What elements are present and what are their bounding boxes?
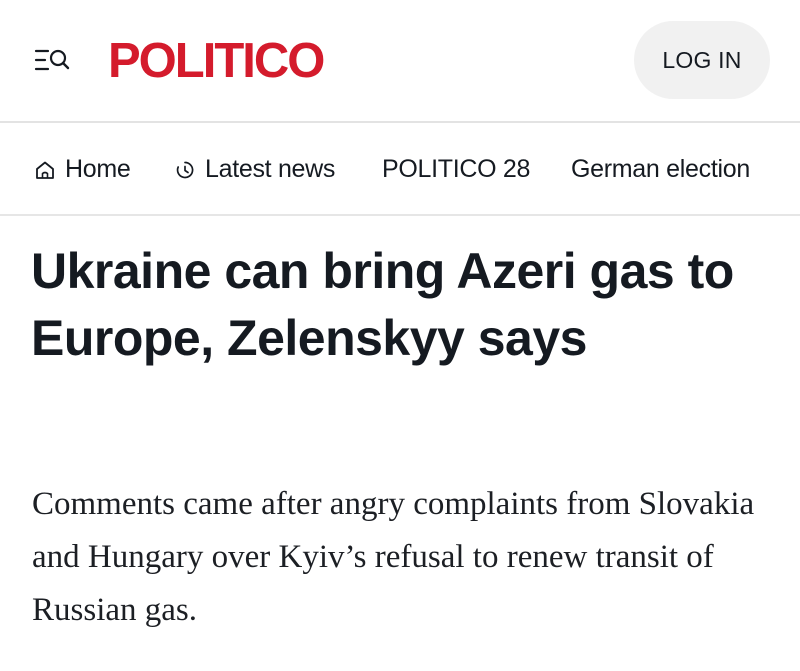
menu-search-icon <box>28 40 76 82</box>
nav-item-german-election[interactable]: German election <box>571 123 750 214</box>
article-headline: Ukraine can bring Azeri gas to Europe, Z… <box>31 243 734 366</box>
nav-item-label: Latest news <box>205 155 336 183</box>
nav-item-label: Home <box>65 155 131 183</box>
clock-icon <box>174 159 196 181</box>
site-header: POLITICO LOG IN <box>0 0 800 123</box>
main-nav: Home Latest news POLITICO 28 German elec… <box>0 123 800 216</box>
nav-item-home[interactable]: Home <box>34 123 131 214</box>
nav-item-label: German election <box>571 155 750 183</box>
nav-item-politico-28[interactable]: POLITICO 28 <box>382 123 531 214</box>
article-dek: Comments came after angry complaints fro… <box>32 486 755 628</box>
menu-search-button[interactable] <box>28 40 76 82</box>
nav-item-label: POLITICO 28 <box>382 155 531 183</box>
politico-logo[interactable]: POLITICO <box>108 28 325 94</box>
home-icon <box>34 159 56 181</box>
nav-item-latest-news[interactable]: Latest news <box>174 123 336 214</box>
login-button[interactable]: LOG IN <box>634 21 770 99</box>
